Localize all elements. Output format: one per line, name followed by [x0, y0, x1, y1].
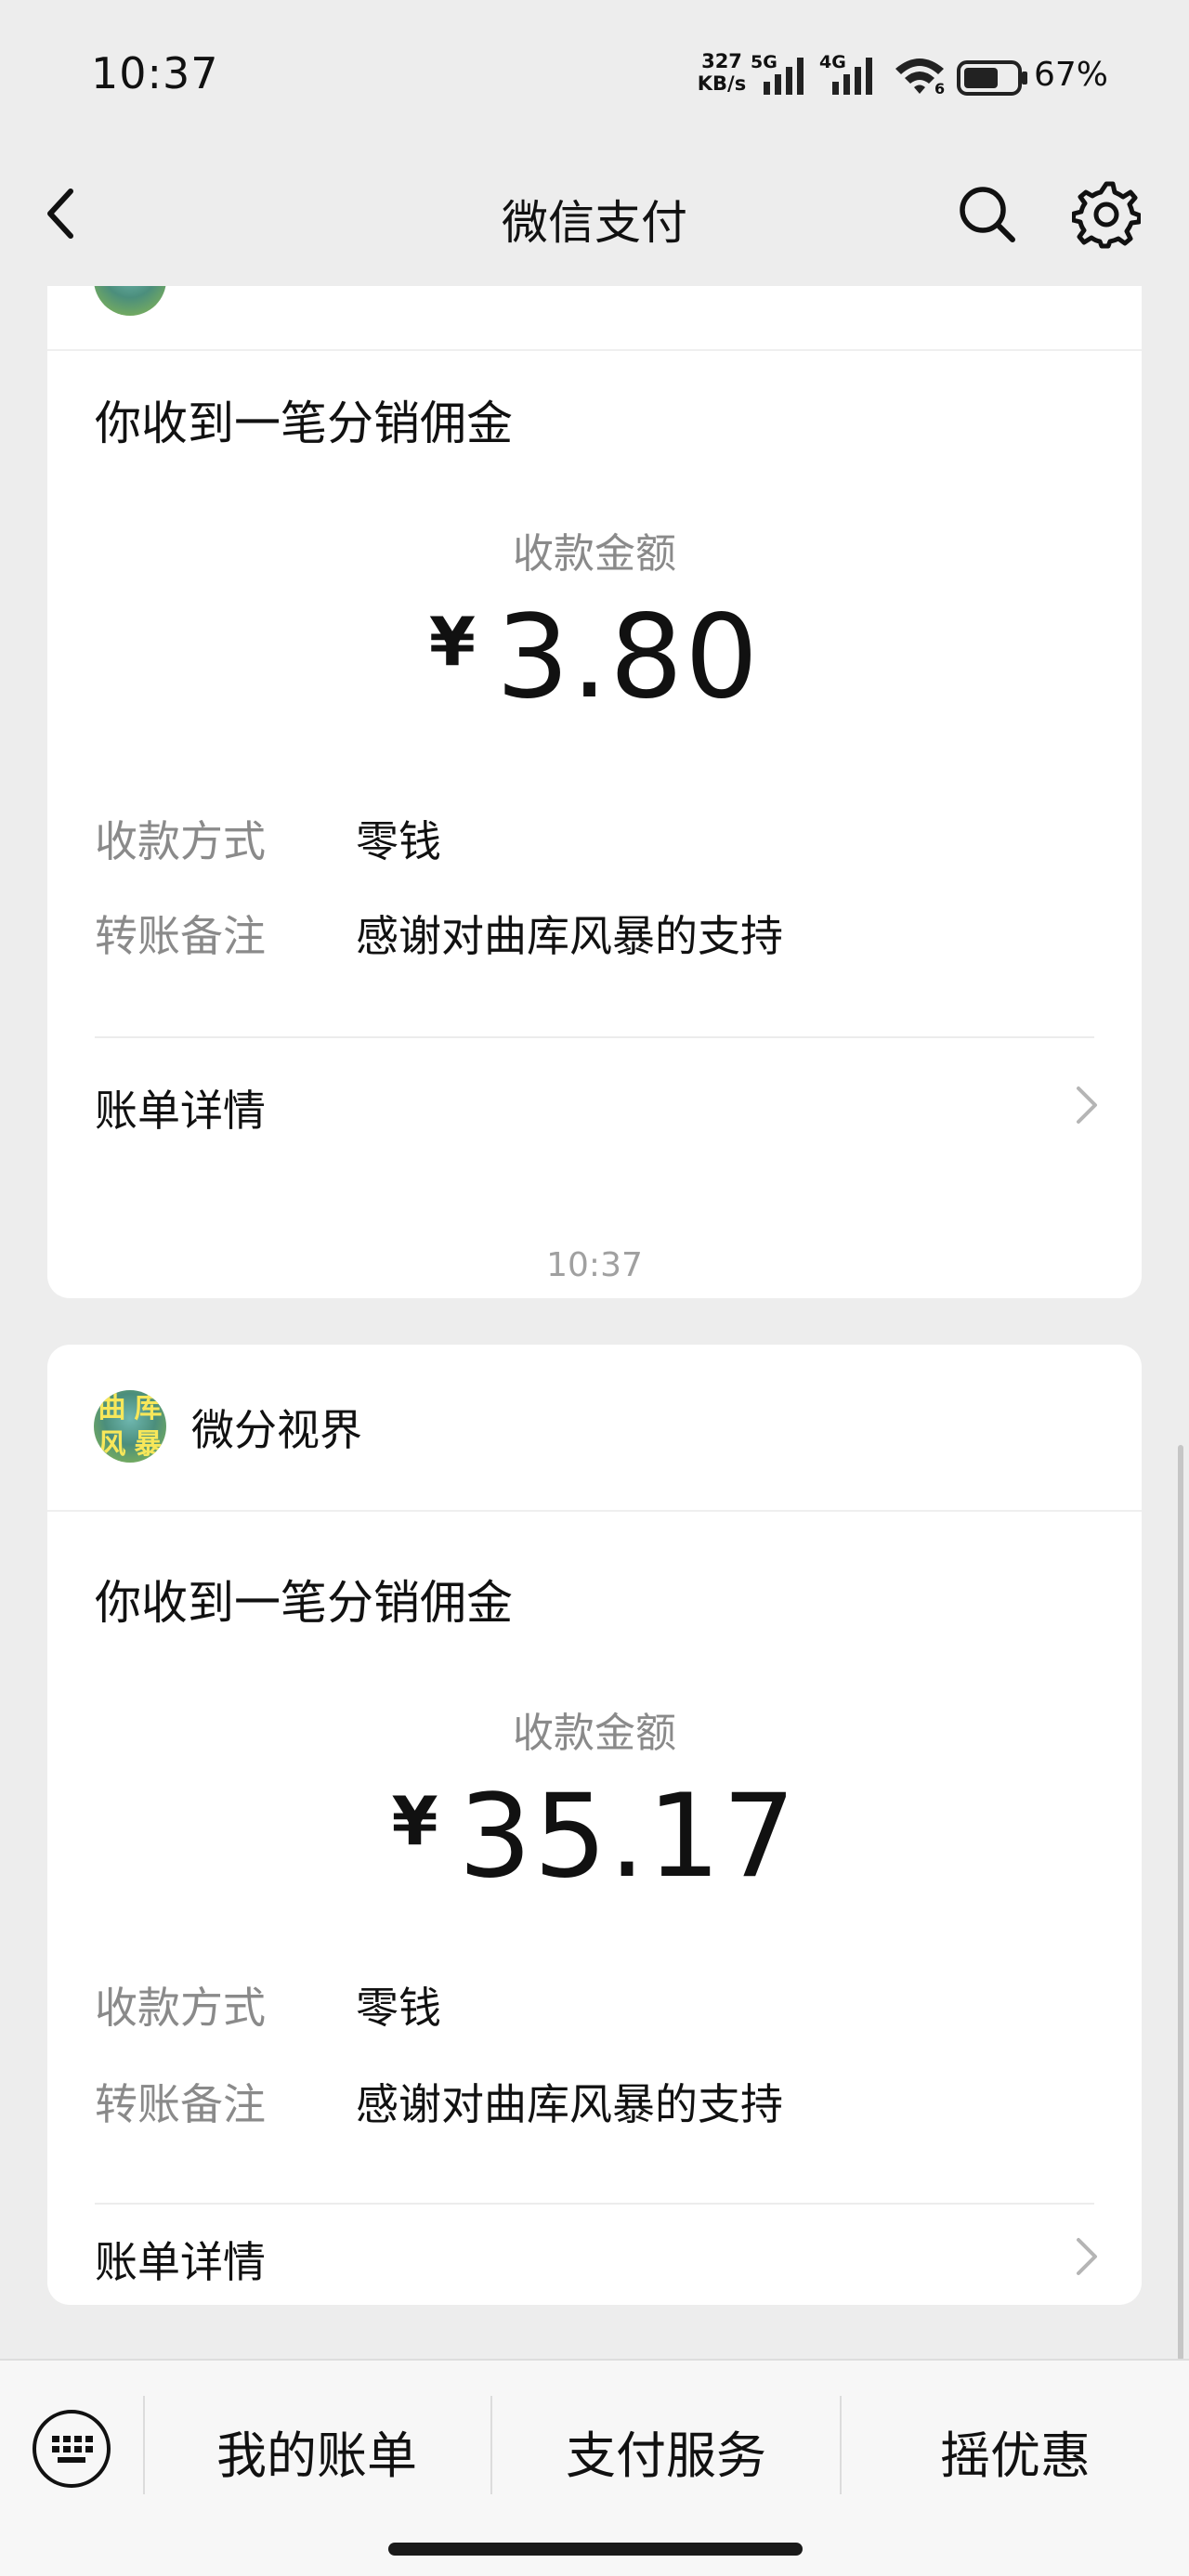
chevron-right-icon: [1077, 2238, 1097, 2275]
bill-details-label: 账单详情: [95, 2237, 266, 2287]
network-speed-unit: KB/s: [697, 72, 747, 95]
amount-label: 收款金额: [513, 530, 676, 578]
avatar-text: 暴: [134, 1428, 163, 1461]
notice-title: 你收到一笔分销佣金: [95, 397, 513, 450]
keyboard-icon: [33, 2410, 111, 2488]
bill-details-label: 账单详情: [95, 1086, 266, 1136]
payment-method-value: 零钱: [356, 816, 441, 866]
status-bar: 10:37 327 KB/s 5G 4G 6 67%: [0, 0, 1189, 158]
home-indicator[interactable]: [388, 2543, 803, 2556]
battery-percent: 67%: [1034, 56, 1109, 94]
amount-row: ¥3.80: [47, 591, 1142, 724]
card-header: [47, 286, 1142, 351]
message-timestamp: 10:37: [546, 1246, 643, 1284]
merchant-avatar: 曲 库 风 暴: [94, 1390, 166, 1463]
avatar-text: 库: [134, 1392, 163, 1425]
menu-payment-services[interactable]: 支付服务: [492, 2414, 840, 2488]
menu-shake-offers[interactable]: 摇优惠: [842, 2414, 1189, 2488]
keyboard-toggle-button[interactable]: [30, 2407, 113, 2494]
battery-icon: [957, 59, 1029, 100]
remark-label: 转账备注: [95, 2079, 266, 2129]
wifi-icon: 6: [892, 54, 947, 102]
search-button[interactable]: [955, 182, 1020, 251]
avatar-text: 风: [98, 1428, 126, 1461]
payment-method-value: 零钱: [356, 1983, 441, 2033]
payment-method-label: 收款方式: [95, 1983, 266, 2033]
remark-label: 转账备注: [95, 911, 266, 961]
wifi-badge: 6: [934, 80, 946, 98]
amount-label: 收款金额: [513, 1710, 676, 1757]
scrollbar[interactable]: [1178, 1445, 1183, 2361]
nav-bar: 微信支付: [0, 158, 1189, 286]
merchant-avatar: [94, 286, 166, 316]
amount-value: 35.17: [458, 1770, 798, 1904]
card-header: 曲 库 风 暴 微分视界: [47, 1345, 1142, 1512]
bill-details-link[interactable]: 账单详情: [47, 2205, 1142, 2305]
message-list[interactable]: 你收到一笔分销佣金 收款金额 ¥3.80 收款方式 零钱 转账备注 感谢对曲库风…: [0, 286, 1189, 2359]
gear-icon: [1070, 181, 1143, 249]
menu-my-bills[interactable]: 我的账单: [143, 2414, 490, 2488]
chevron-right-icon: [1077, 1086, 1097, 1124]
payment-card: 你收到一笔分销佣金 收款金额 ¥3.80 收款方式 零钱 转账备注 感谢对曲库风…: [47, 286, 1142, 1298]
notice-title: 你收到一笔分销佣金: [95, 1576, 513, 1630]
amount-value: 3.80: [496, 591, 761, 724]
settings-button[interactable]: [1070, 180, 1143, 253]
payment-card: 曲 库 风 暴 微分视界 你收到一笔分销佣金 收款金额 ¥35.17 收款方式 …: [47, 1345, 1142, 2305]
network-speed-value: 327: [701, 50, 742, 72]
network-speed: 327 KB/s: [695, 50, 749, 95]
payment-method-label: 收款方式: [95, 816, 266, 866]
currency-symbol: ¥: [428, 603, 476, 681]
amount-row: ¥35.17: [47, 1770, 1142, 1904]
avatar-text: 曲: [98, 1392, 126, 1425]
remark-value: 感谢对曲库风暴的支持: [356, 911, 783, 961]
currency-symbol: ¥: [391, 1782, 438, 1860]
status-time: 10:37: [91, 48, 219, 98]
remark-value: 感谢对曲库风暴的支持: [356, 2079, 783, 2129]
search-icon: [960, 187, 1015, 242]
merchant-name: 微分视界: [191, 1405, 362, 1455]
bill-details-link[interactable]: 账单详情: [47, 1038, 1142, 1170]
